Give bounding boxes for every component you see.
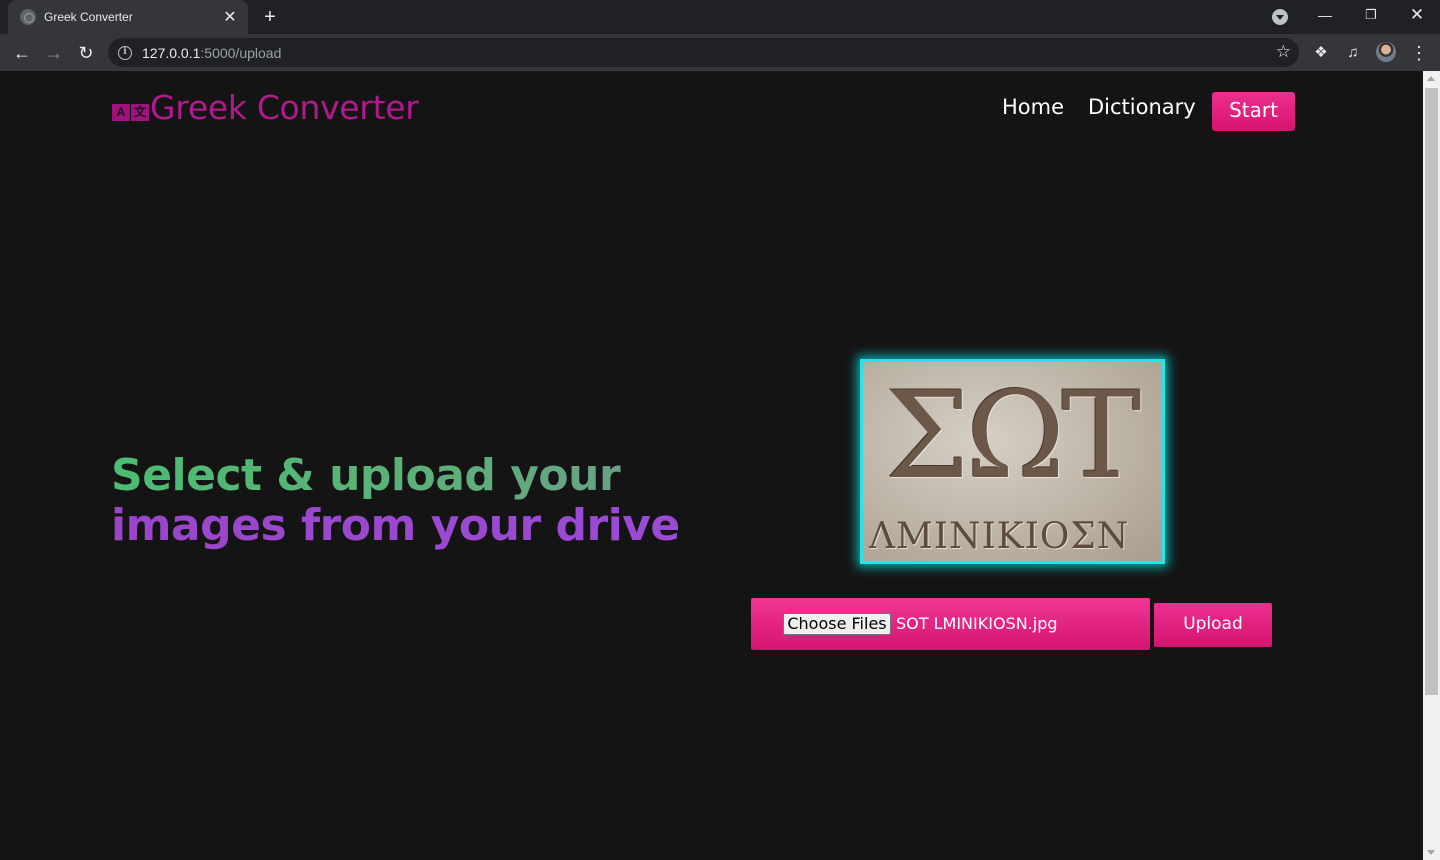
new-tab-button[interactable]: + bbox=[258, 5, 282, 29]
close-window-button[interactable]: ✕ bbox=[1394, 0, 1440, 32]
site-logo[interactable]: A 文 Greek Converter bbox=[112, 88, 419, 127]
address-bar[interactable]: i 127.0.0.1:5000/upload ☆ bbox=[108, 38, 1299, 67]
translate-icon-left: A bbox=[112, 104, 130, 121]
hero-headline-line2: images from your drive bbox=[111, 500, 680, 551]
file-input[interactable]: Choose Files SOT LMINIKIOSN.jpg bbox=[751, 598, 1150, 650]
nav-dictionary-link[interactable]: Dictionary bbox=[1088, 95, 1196, 119]
close-tab-icon[interactable]: ✕ bbox=[222, 7, 238, 27]
reload-button[interactable]: ↻ bbox=[72, 39, 100, 67]
browser-toolbar: ← → ↻ i 127.0.0.1:5000/upload ☆ ❖ ♫ ⋮ bbox=[0, 34, 1440, 71]
upload-button[interactable]: Upload bbox=[1154, 603, 1272, 647]
browser-tab[interactable]: Greek Converter ✕ bbox=[8, 0, 248, 34]
translate-icon: A 文 bbox=[112, 104, 149, 121]
choose-files-button[interactable]: Choose Files bbox=[783, 613, 891, 635]
url-host: 127.0.0.1 bbox=[142, 44, 201, 61]
page-scrollbar[interactable] bbox=[1423, 71, 1440, 860]
tab-search-icon[interactable] bbox=[1272, 9, 1288, 25]
globe-icon bbox=[20, 9, 36, 25]
extensions-puzzle-icon[interactable]: ❖ bbox=[1310, 42, 1332, 64]
info-icon[interactable]: i bbox=[118, 45, 132, 60]
minimize-button[interactable]: — bbox=[1302, 0, 1348, 32]
back-button[interactable]: ← bbox=[8, 39, 36, 67]
brand-name: Greek Converter bbox=[150, 88, 419, 127]
scroll-down-icon[interactable] bbox=[1427, 850, 1435, 855]
preview-inscription-large: ΣΩΤ bbox=[885, 367, 1141, 506]
hero-headline: Select & upload your images from your dr… bbox=[111, 451, 680, 551]
selected-file-name: SOT LMINIKIOSN.jpg bbox=[896, 614, 1058, 633]
url-path: :5000/upload bbox=[200, 44, 282, 61]
start-button[interactable]: Start bbox=[1212, 92, 1295, 131]
scrollbar-thumb[interactable] bbox=[1425, 88, 1438, 695]
uploaded-image-preview: ΣΩΤ ΛΜΙΝΙΚΙΟΣΝ bbox=[860, 359, 1165, 564]
page-viewport: A 文 Greek Converter Home Dictionary Star… bbox=[0, 71, 1423, 860]
url-text[interactable]: 127.0.0.1:5000/upload bbox=[142, 45, 281, 61]
forward-button[interactable]: → bbox=[40, 39, 68, 67]
profile-avatar[interactable] bbox=[1376, 42, 1396, 62]
preview-inscription-small: ΛΜΙΝΙΚΙΟΣΝ bbox=[869, 516, 1130, 557]
scroll-up-icon[interactable] bbox=[1427, 76, 1435, 81]
media-queue-icon[interactable]: ♫ bbox=[1342, 42, 1364, 64]
hero-headline-line1: Select & upload your bbox=[111, 451, 680, 501]
restore-button[interactable]: ❐ bbox=[1348, 0, 1394, 32]
bookmark-star-icon[interactable]: ☆ bbox=[1276, 42, 1291, 62]
nav-home-link[interactable]: Home bbox=[1002, 95, 1064, 119]
translate-icon-right: 文 bbox=[131, 104, 149, 121]
browser-tab-bar: Greek Converter ✕ + — ❐ ✕ bbox=[0, 0, 1440, 34]
tab-title: Greek Converter bbox=[44, 10, 133, 24]
kebab-menu-icon[interactable]: ⋮ bbox=[1408, 42, 1430, 64]
